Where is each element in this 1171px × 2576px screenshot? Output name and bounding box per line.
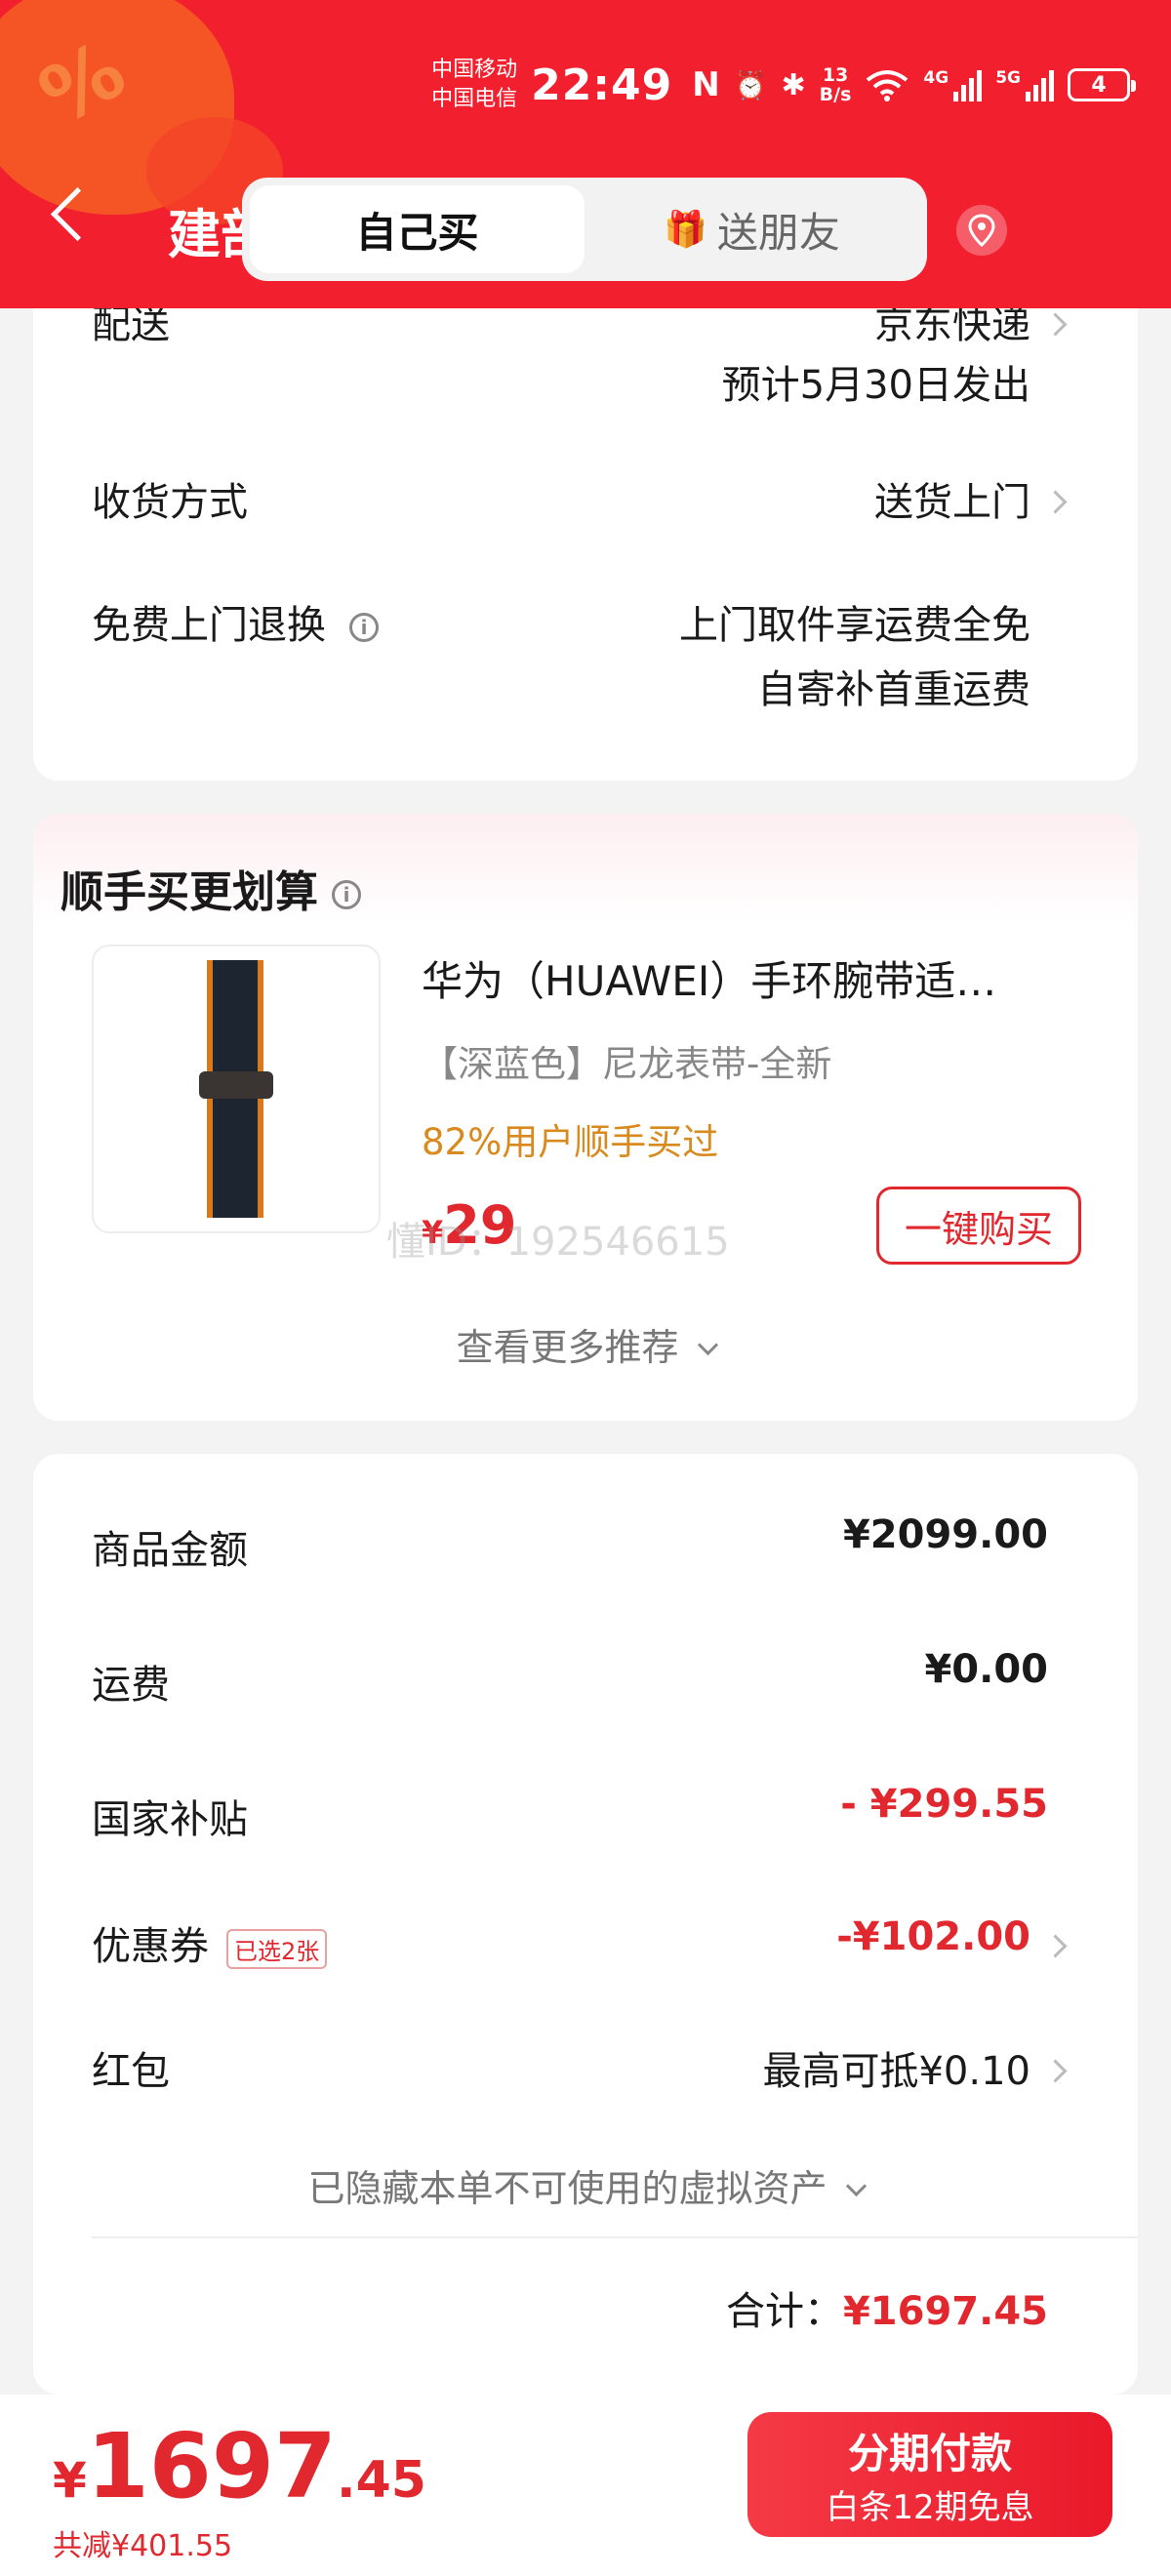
chevron-right-icon <box>1043 2059 1068 2083</box>
more-recommend-label: 查看更多推荐 <box>456 1326 679 1369</box>
info-icon[interactable]: i <box>332 880 361 909</box>
tab-gift-to-friend[interactable]: 🎁 送朋友 <box>585 185 919 273</box>
carrier-2: 中国电信 <box>431 87 518 111</box>
battery-level: 4 <box>1091 72 1107 98</box>
one-click-buy-label: 一键购买 <box>904 1207 1053 1251</box>
recommend-title: 顺手买更划算 i <box>61 857 361 919</box>
tab-buy-for-self-label: 自己买 <box>355 208 479 257</box>
installment-pay-title: 分期付款 <box>847 2430 1012 2477</box>
shipping-value: ¥0.00 <box>924 1647 1048 1692</box>
rec-purchase-stat: 82%用户顺手买过 <box>422 1121 719 1163</box>
network-speed: 13 B/s <box>820 65 852 104</box>
final-price-integer: 1697 <box>86 2414 337 2518</box>
tab-gift-to-friend-label: 送朋友 <box>716 208 840 257</box>
red-packet-label: 红包 <box>92 2049 170 2094</box>
coupon-label[interactable]: 优惠券 已选2张 <box>92 1914 328 1971</box>
order-total: 合计：¥1697.45 <box>726 2279 1048 2336</box>
wifi-icon <box>867 70 909 101</box>
watch-strap-buckle <box>199 1071 273 1099</box>
more-recommend-link[interactable]: 查看更多推荐 <box>0 1317 1171 1371</box>
network-speed-unit: B/s <box>819 84 852 105</box>
chevron-right-icon <box>1043 1934 1068 1958</box>
goods-amount-value: ¥2099.00 <box>842 1512 1048 1557</box>
price-summary-card: 商品金额 ¥2099.00 运费 ¥0.00 国家补贴 - ¥299.55 优惠… <box>33 1454 1138 2395</box>
goods-amount-label: 商品金额 <box>92 1528 248 1573</box>
checkout-bar: ¥1697.45 共减¥401.55 分期付款 白条12期免息 <box>0 2395 1171 2576</box>
chevron-right-icon <box>1043 490 1068 514</box>
nfc-icon: N <box>692 65 720 104</box>
watermark: 懂ID：192546615 <box>386 1220 730 1265</box>
network-speed-value: 13 <box>822 64 849 86</box>
final-price-currency: ¥ <box>53 2452 87 2509</box>
order-total-value: ¥1697.45 <box>842 2289 1048 2334</box>
final-price: ¥1697.45 <box>53 2414 426 2518</box>
summary-divider <box>92 2236 1138 2238</box>
chevron-right-icon <box>1043 312 1068 337</box>
free-return-label: 免费上门退换 i <box>92 593 379 650</box>
coupon-value[interactable]: -¥102.00 <box>836 1914 1030 1959</box>
chevron-down-icon <box>697 1334 718 1356</box>
free-return-value-1: 上门取件享运费全免 <box>679 603 1030 648</box>
signal-4g-label: 4G <box>923 68 949 88</box>
shipping-label: 运费 <box>92 1663 170 1708</box>
product-thumbnail[interactable] <box>92 945 381 1233</box>
alarm-icon: ⏰ <box>733 68 768 101</box>
top-header: % 中国移动 中国电信 22:49 N ⏰ ✱ 13 B/s 4G 5G 4 建… <box>0 0 1171 308</box>
receive-method-label: 收货方式 <box>92 480 248 525</box>
carrier-info: 中国移动 中国电信 <box>431 56 517 114</box>
installment-pay-subtitle: 白条12期免息 <box>826 2488 1034 2527</box>
national-subsidy-value: - ¥299.55 <box>840 1782 1048 1827</box>
free-return-value-2: 自寄补首重运费 <box>757 667 1030 712</box>
hidden-assets-label: 已隐藏本单不可使用的虚拟资产 <box>307 2167 828 2210</box>
rec-product-name[interactable]: 华为（HUAWEI）手环腕带适… <box>422 948 1056 1008</box>
delivery-card: 配送 京东快递 预计5月30日发出 收货方式 送货上门 免费上门退换 i 上门取件… <box>33 244 1138 781</box>
order-total-label: 合计： <box>725 2289 843 2334</box>
final-price-decimal: .45 <box>336 2451 426 2510</box>
hidden-assets-toggle[interactable]: 已隐藏本单不可使用的虚拟资产 <box>33 2158 1138 2212</box>
rec-product-spec: 【深蓝色】尼龙表带-全新 <box>422 1043 832 1085</box>
installment-pay-button[interactable]: 分期付款 白条12期免息 <box>747 2412 1112 2537</box>
chevron-down-icon <box>845 2175 867 2197</box>
clock: 22:49 <box>531 60 673 110</box>
coupon-label-text: 优惠券 <box>92 1924 209 1969</box>
bluetooth-icon: ✱ <box>781 67 806 102</box>
total-saved: 共减¥401.55 <box>53 2529 233 2563</box>
receive-method-value[interactable]: 送货上门 <box>874 470 1030 527</box>
tab-buy-for-self[interactable]: 自己买 <box>250 185 585 273</box>
signal-5g-label: 5G <box>995 68 1021 88</box>
national-subsidy-label: 国家补贴 <box>92 1797 248 1842</box>
status-bar: 中国移动 中国电信 22:49 N ⏰ ✱ 13 B/s 4G 5G 4 <box>431 51 1136 119</box>
signal-5g-icon: 5G <box>995 68 1054 101</box>
location-button[interactable] <box>956 205 1007 256</box>
one-click-buy-button[interactable]: 一键购买 <box>876 1187 1081 1265</box>
carrier-1: 中国移动 <box>431 58 518 82</box>
red-packet-value[interactable]: 最高可抵¥0.10 <box>762 2039 1030 2096</box>
purchase-mode-switch: 自己买 🎁 送朋友 <box>242 178 927 281</box>
free-return-label-text: 免费上门退换 <box>92 603 326 648</box>
coupon-selected-badge: 已选2张 <box>226 1928 328 1969</box>
battery-icon: 4 <box>1068 68 1136 101</box>
info-icon[interactable]: i <box>349 613 379 642</box>
recommend-title-text: 顺手买更划算 <box>61 867 318 917</box>
delivery-estimate: 预计5月30日发出 <box>721 363 1030 408</box>
signal-4g-icon: 4G <box>923 68 983 101</box>
location-pin-icon <box>968 214 995 247</box>
gift-icon: 🎁 <box>664 210 707 250</box>
